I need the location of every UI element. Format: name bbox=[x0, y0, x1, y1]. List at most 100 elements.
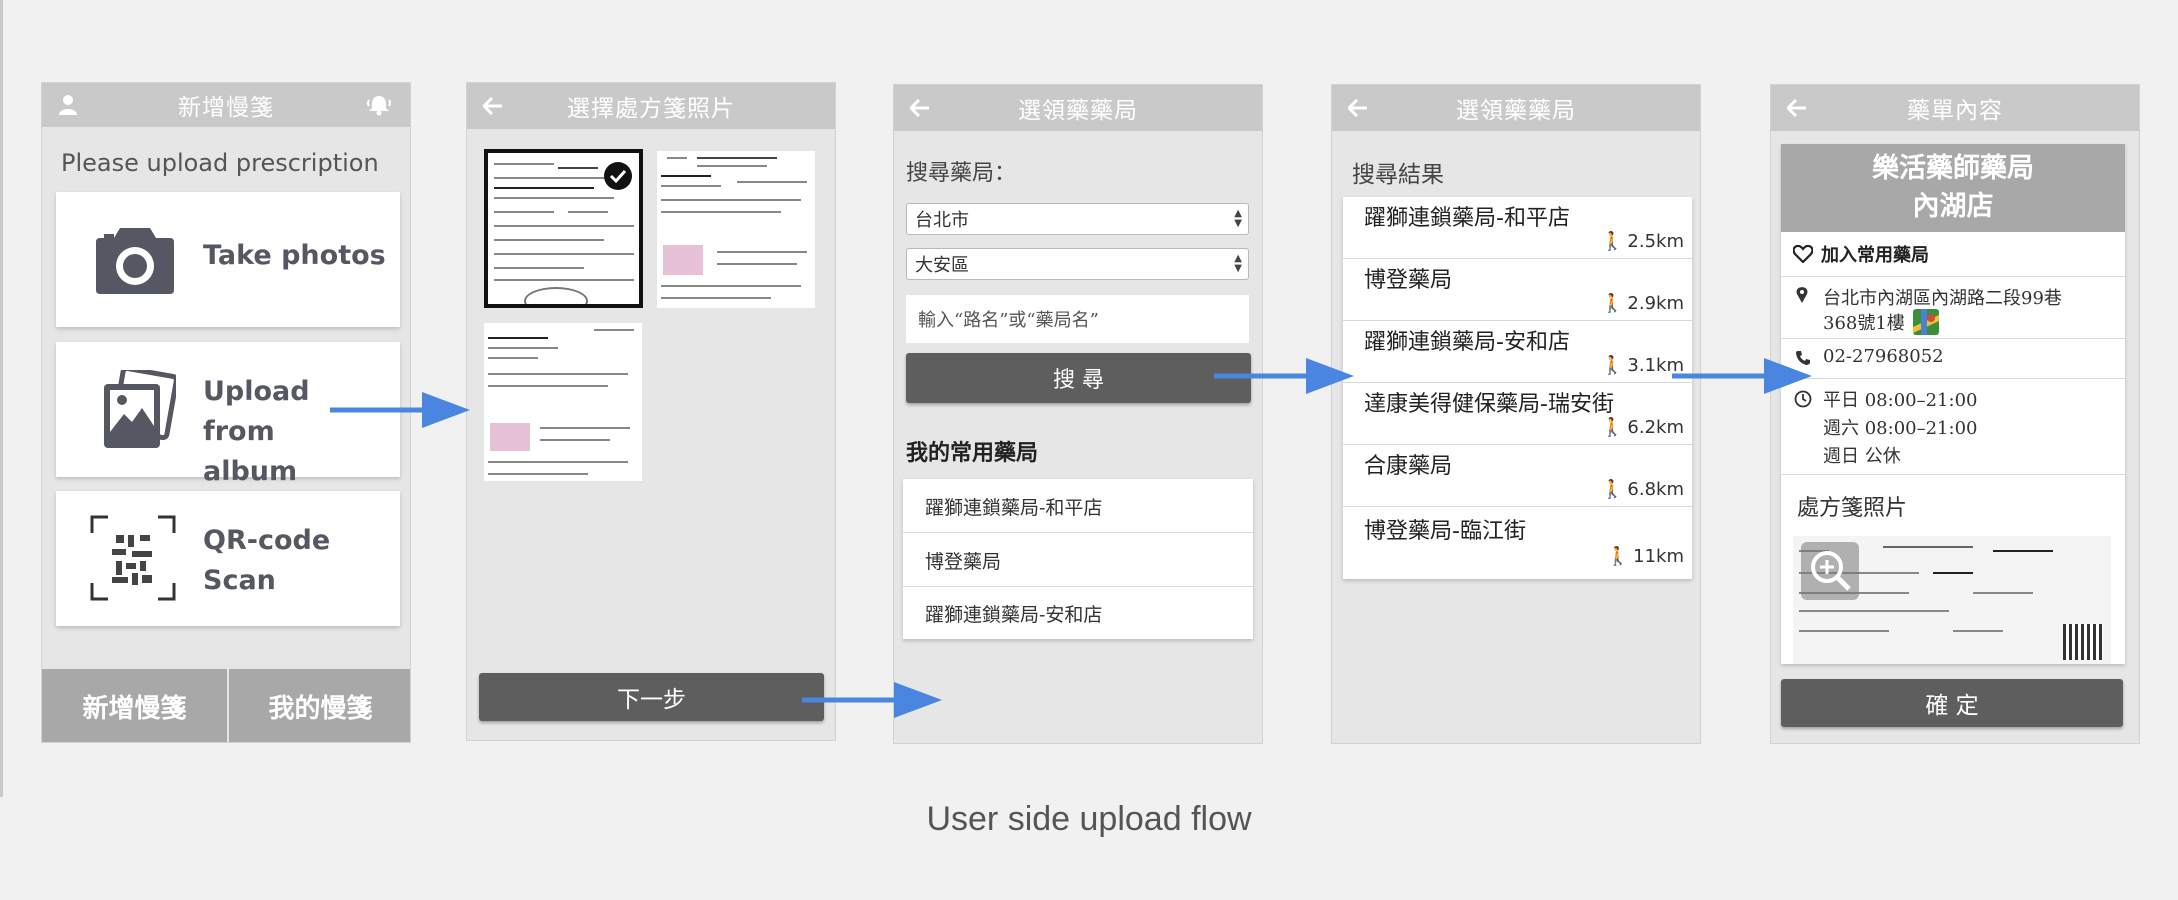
flow-arrow bbox=[330, 392, 470, 428]
phone-number: 02-27968052 bbox=[1823, 346, 1944, 367]
take-photos-label: Take photos bbox=[203, 240, 386, 271]
city-select[interactable]: 台北市 ▲ ▼ bbox=[906, 203, 1249, 235]
result-item[interactable]: 合康藥局 🚶 6.8km bbox=[1343, 445, 1692, 507]
prescription-photo[interactable] bbox=[657, 151, 815, 308]
back-arrow-icon[interactable] bbox=[910, 85, 930, 131]
screen-select-photo: 選擇處方箋照片 下一步 bbox=[466, 82, 836, 741]
search-placeholder: 輸入“路名”或“藥局名” bbox=[918, 310, 1099, 331]
map-icon[interactable] bbox=[1912, 309, 1939, 335]
search-button-label: 搜 尋 bbox=[1053, 368, 1104, 393]
tab-my-prescriptions[interactable]: 我的慢箋 bbox=[229, 669, 410, 742]
phone-row[interactable]: 02-27968052 bbox=[1781, 338, 2125, 379]
pharmacy-branch: 內湖店 bbox=[1912, 191, 1994, 222]
take-photos-button[interactable]: Take photos bbox=[56, 192, 400, 327]
distance: 2.5km bbox=[1627, 231, 1684, 252]
favorite-item[interactable]: 躍獅連鎖藥局-安和店 bbox=[903, 587, 1253, 639]
search-input[interactable]: 輸入“路名”或“藥局名” bbox=[906, 295, 1249, 343]
flow-arrow bbox=[802, 682, 942, 718]
back-arrow-icon[interactable] bbox=[483, 83, 503, 129]
favorite-item[interactable]: 博登藥局 bbox=[903, 533, 1253, 587]
results-heading: 搜尋結果 bbox=[1352, 162, 1444, 188]
back-arrow-icon[interactable] bbox=[1787, 85, 1807, 131]
select-caret-icon: ▲ ▼ bbox=[1234, 253, 1242, 274]
result-item[interactable]: 博登藥局-臨江街 🚶 11km bbox=[1343, 507, 1692, 579]
hours-weekday: 平日 08:00–21:00 bbox=[1823, 390, 1978, 411]
address-line2: 368號1樓 bbox=[1823, 313, 1905, 334]
back-arrow-icon[interactable] bbox=[1348, 85, 1368, 131]
tab-label: 我的慢箋 bbox=[268, 694, 373, 724]
district-select[interactable]: 大安區 ▲ ▼ bbox=[906, 248, 1249, 280]
distance: 6.8km bbox=[1627, 479, 1684, 500]
walking-icon: 🚶 bbox=[1600, 417, 1624, 438]
screen-choose-pharmacy-search: 選領藥藥局 搜尋藥局： 台北市 ▲ ▼ 大安區 ▲ ▼ 輸入“路名”或“藥局名” 搜… bbox=[893, 84, 1263, 744]
pharmacy-name: 合康藥局 bbox=[1364, 454, 1453, 479]
favorites-list: 躍獅連鎖藥局-和平店 博登藥局 躍獅連鎖藥局-安和店 bbox=[903, 479, 1253, 639]
tab-label: 新增慢箋 bbox=[82, 694, 187, 724]
qr-code-icon bbox=[90, 515, 176, 605]
photo-album-icon bbox=[100, 365, 179, 456]
walking-icon: 🚶 bbox=[1600, 231, 1624, 252]
tab-add-prescription[interactable]: 新增慢箋 bbox=[42, 669, 227, 742]
title-bar: 選領藥藥局 bbox=[894, 85, 1262, 131]
flow-arrow bbox=[1672, 358, 1812, 394]
next-step-button[interactable]: 下一步 bbox=[479, 673, 824, 721]
title-bar: 藥單內容 bbox=[1771, 85, 2139, 131]
address-row: 台北市內湖區內湖路二段99巷 368號1樓 bbox=[1781, 276, 2125, 339]
hours-row: 平日 08:00–21:00 週六 08:00–21:00 週日 公休 bbox=[1781, 378, 2125, 475]
zoom-icon[interactable] bbox=[1801, 542, 1859, 604]
hours-saturday: 週六 08:00–21:00 bbox=[1823, 418, 1978, 439]
screen-prescription-detail: 藥單內容 樂活藥師藥局 內湖店 加入常用藥局 台北市內湖區內湖路二段99巷 36… bbox=[1770, 84, 2140, 744]
prescription-photo-preview[interactable] bbox=[1793, 536, 2111, 664]
distance: 2.9km bbox=[1627, 293, 1684, 314]
title-bar: 選擇處方箋照片 bbox=[467, 83, 835, 129]
confirm-label: 確 定 bbox=[1925, 693, 1979, 719]
result-item[interactable]: 達康美得健保藥局-瑞安街 🚶 6.2km bbox=[1343, 383, 1692, 445]
flow-caption: User side upload flow bbox=[926, 800, 1252, 838]
page-title: 選領藥藥局 bbox=[1018, 98, 1138, 124]
pharmacy-name: 樂活藥師藥局 bbox=[1872, 153, 2034, 184]
prescription-photo[interactable] bbox=[484, 323, 642, 481]
district-value: 大安區 bbox=[915, 255, 969, 276]
pharmacy-name: 博登藥局 bbox=[1364, 268, 1453, 293]
qr-scan-label: QR-code Scan bbox=[203, 525, 331, 596]
photo-heading: 處方箋照片 bbox=[1797, 496, 1908, 521]
confirm-button[interactable]: 確 定 bbox=[1781, 679, 2123, 727]
camera-icon bbox=[94, 222, 176, 300]
qr-scan-button[interactable]: QR-code Scan bbox=[56, 491, 400, 626]
pharmacy-name: 博登藥局-臨江街 bbox=[1364, 519, 1526, 544]
pharmacy-detail-card: 樂活藥師藥局 內湖店 加入常用藥局 台北市內湖區內湖路二段99巷 368號1樓 bbox=[1781, 144, 2125, 664]
flow-arrow bbox=[1214, 358, 1354, 394]
search-label: 搜尋藥局： bbox=[906, 161, 1017, 186]
distance: 11km bbox=[1633, 546, 1684, 567]
add-favorite-label: 加入常用藥局 bbox=[1821, 245, 1929, 266]
add-favorite-button[interactable]: 加入常用藥局 bbox=[1781, 232, 2125, 277]
pharmacy-name: 躍獅連鎖藥局-和平店 bbox=[1364, 206, 1570, 231]
left-divider-line bbox=[0, 0, 3, 797]
address-line1: 台北市內湖區內湖路二段99巷 bbox=[1823, 288, 2062, 309]
bell-icon[interactable] bbox=[366, 83, 392, 127]
next-step-label: 下一步 bbox=[617, 687, 686, 713]
check-icon bbox=[603, 161, 633, 195]
title-bar: 選領藥藥局 bbox=[1332, 85, 1700, 131]
select-caret-icon: ▲ ▼ bbox=[1234, 208, 1242, 229]
walking-icon: 🚶 bbox=[1600, 355, 1624, 376]
result-item[interactable]: 躍獅連鎖藥局-和平店 🚶 2.5km bbox=[1343, 197, 1692, 259]
heart-icon bbox=[1793, 245, 1813, 263]
result-item[interactable]: 博登藥局 🚶 2.9km bbox=[1343, 259, 1692, 321]
favorite-name: 躍獅連鎖藥局-安和店 bbox=[925, 604, 1103, 626]
search-button[interactable]: 搜 尋 bbox=[906, 353, 1251, 403]
favorite-item[interactable]: 躍獅連鎖藥局-和平店 bbox=[903, 479, 1253, 533]
page-title: 新增慢箋 bbox=[178, 95, 274, 121]
result-item[interactable]: 躍獅連鎖藥局-安和店 🚶 3.1km bbox=[1343, 321, 1692, 383]
page-title: 藥單內容 bbox=[1907, 98, 2003, 124]
page-title: 選領藥藥局 bbox=[1456, 98, 1576, 124]
pharmacy-name: 躍獅連鎖藥局-安和店 bbox=[1364, 330, 1570, 355]
title-bar: 新增慢箋 bbox=[42, 83, 410, 127]
pharmacy-name-header: 樂活藥師藥局 內湖店 bbox=[1781, 144, 2125, 232]
user-icon[interactable] bbox=[58, 83, 78, 127]
results-list: 躍獅連鎖藥局-和平店 🚶 2.5km 博登藥局 🚶 2.9km 躍獅連鎖藥局-安和店… bbox=[1343, 197, 1692, 579]
prescription-photo-selected[interactable] bbox=[484, 149, 643, 308]
walking-icon: 🚶 bbox=[1600, 479, 1624, 500]
favorites-heading: 我的常用藥局 bbox=[906, 441, 1039, 466]
favorite-name: 躍獅連鎖藥局-和平店 bbox=[925, 497, 1103, 519]
